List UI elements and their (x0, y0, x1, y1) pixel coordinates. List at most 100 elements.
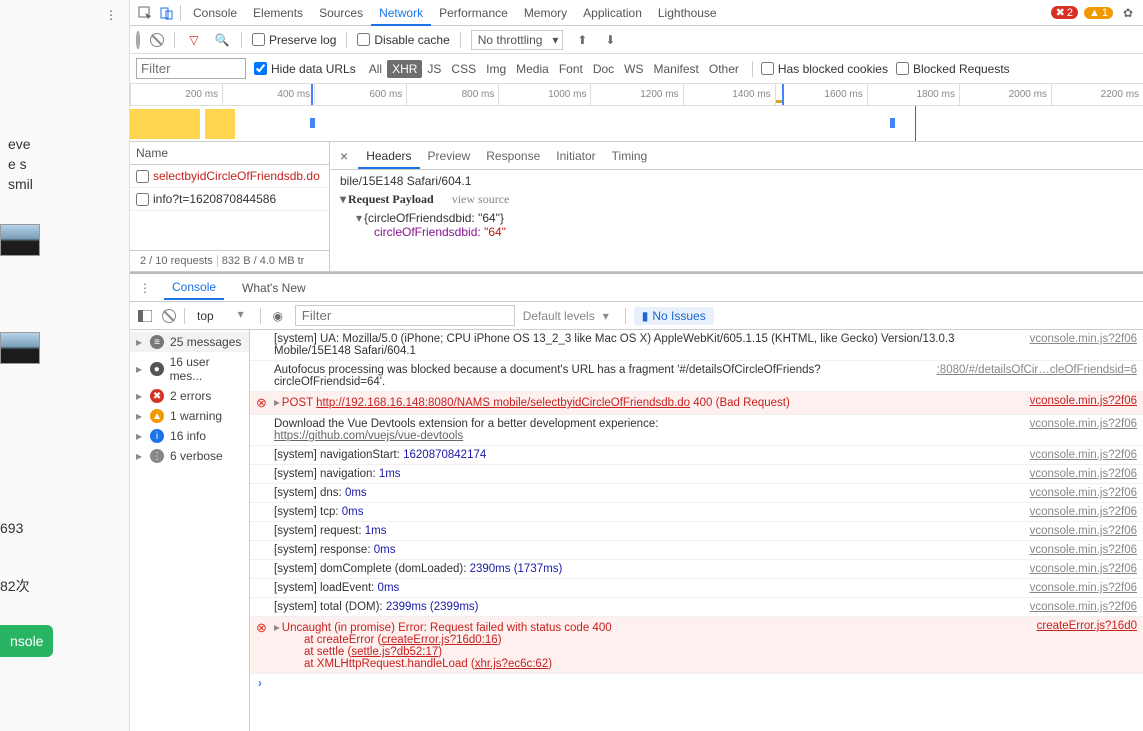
filter-type-css[interactable]: CSS (446, 60, 481, 78)
log-line[interactable]: [system] loadEvent: 0msvconsole.min.js?2… (250, 579, 1143, 598)
inspect-icon[interactable] (136, 4, 154, 22)
log-line[interactable]: [system] navigationStart: 1620870842174v… (250, 446, 1143, 465)
console-filter-input[interactable] (295, 305, 515, 326)
sidebar-filter[interactable]: i16 info (130, 426, 249, 446)
request-checkbox[interactable] (136, 193, 149, 206)
payload-section-toggle[interactable]: Request Payload (340, 192, 434, 207)
source-link[interactable]: createError.js?16d0 (1037, 620, 1137, 632)
detail-tab-initiator[interactable]: Initiator (548, 145, 603, 167)
source-link[interactable]: vconsole.min.js?2f06 (1030, 449, 1137, 461)
source-link[interactable]: vconsole.min.js?2f06 (1030, 333, 1137, 345)
timeline-ruler[interactable]: 200 ms400 ms600 ms800 ms1000 ms1200 ms14… (130, 84, 1143, 106)
warning-badge[interactable]: ▲ 1 (1084, 7, 1113, 19)
download-icon[interactable]: ⬇ (601, 31, 619, 49)
filter-type-all[interactable]: All (364, 60, 387, 78)
sidebar-filter[interactable]: ●16 user mes... (130, 352, 249, 386)
source-link[interactable]: vconsole.min.js?2f06 (1030, 506, 1137, 518)
vconsole-button[interactable]: nsole (0, 625, 53, 657)
detail-tab-timing[interactable]: Timing (604, 145, 656, 167)
settings-icon[interactable]: ✿ (1119, 4, 1137, 22)
devtools-tab-network[interactable]: Network (371, 2, 431, 26)
log-line[interactable]: POST http://192.168.16.148:8080/NAMS mob… (250, 392, 1143, 415)
devtools-tab-application[interactable]: Application (575, 2, 650, 24)
log-line[interactable]: Autofocus processing was blocked because… (250, 361, 1143, 392)
source-link[interactable]: vconsole.min.js?2f06 (1030, 487, 1137, 499)
filter-type-font[interactable]: Font (554, 60, 588, 78)
error-badge[interactable]: ✖ 2 (1051, 6, 1078, 19)
no-issues-badge[interactable]: ▮ No Issues (634, 307, 714, 325)
live-expression-icon[interactable]: ◉ (269, 307, 287, 325)
devtools-tab-elements[interactable]: Elements (245, 2, 311, 24)
console-prompt[interactable]: › (250, 674, 1143, 694)
device-toggle-icon[interactable] (158, 4, 176, 22)
disable-cache-checkbox[interactable]: Disable cache (357, 33, 449, 47)
log-line[interactable]: [system] navigation: 1msvconsole.min.js?… (250, 465, 1143, 484)
clear-console-icon[interactable] (162, 309, 176, 323)
kebab-icon[interactable]: ⋮ (105, 8, 117, 22)
upload-icon[interactable]: ⬆ (573, 31, 591, 49)
log-line[interactable]: [system] request: 1msvconsole.min.js?2f0… (250, 522, 1143, 541)
devtools-tab-sources[interactable]: Sources (311, 2, 371, 24)
log-line[interactable]: [system] response: 0msvconsole.min.js?2f… (250, 541, 1143, 560)
filter-type-xhr[interactable]: XHR (387, 60, 422, 78)
sidebar-filter[interactable]: ✖2 errors (130, 386, 249, 406)
detail-tab-response[interactable]: Response (478, 145, 548, 167)
source-link[interactable]: vconsole.min.js?2f06 (1030, 468, 1137, 480)
sidebar-toggle-icon[interactable] (136, 307, 154, 325)
blocked-cookies-checkbox[interactable]: Has blocked cookies (761, 62, 888, 76)
source-link[interactable]: :8080/#/detailsOfCir…cleOfFriendsid=6 (937, 364, 1137, 376)
view-source-link[interactable]: view source (452, 192, 510, 207)
filter-input[interactable] (136, 58, 246, 79)
log-levels-select[interactable]: Default levels (523, 309, 595, 323)
kebab-icon[interactable]: ⋮ (136, 279, 154, 297)
source-link[interactable]: vconsole.min.js?2f06 (1030, 525, 1137, 537)
source-link[interactable]: vconsole.min.js?2f06 (1030, 544, 1137, 556)
log-line[interactable]: [system] total (DOM): 2399ms (2399ms)vco… (250, 598, 1143, 617)
drawer-tab-console[interactable]: Console (164, 276, 224, 300)
request-checkbox[interactable] (136, 170, 149, 183)
hide-data-urls-checkbox[interactable]: Hide data URLs (254, 62, 356, 76)
filter-type-doc[interactable]: Doc (588, 60, 619, 78)
preserve-log-checkbox[interactable]: Preserve log (252, 33, 336, 47)
detail-tab-headers[interactable]: Headers (358, 145, 419, 169)
filter-type-img[interactable]: Img (481, 60, 511, 78)
log-line[interactable]: [system] domComplete (domLoaded): 2390ms… (250, 560, 1143, 579)
clear-icon[interactable] (150, 33, 164, 47)
devtools-tab-memory[interactable]: Memory (516, 2, 575, 24)
source-link[interactable]: vconsole.min.js?2f06 (1030, 582, 1137, 594)
log-line[interactable]: [system] UA: Mozilla/5.0 (iPhone; CPU iP… (250, 330, 1143, 361)
detail-tab-preview[interactable]: Preview (420, 145, 479, 167)
filter-type-ws[interactable]: WS (619, 60, 648, 78)
request-row[interactable]: info?t=1620870844586 (130, 188, 329, 211)
devtools-tab-lighthouse[interactable]: Lighthouse (650, 2, 725, 24)
close-icon[interactable]: × (334, 146, 354, 166)
sidebar-filter[interactable]: ▲1 warning (130, 406, 249, 426)
source-link[interactable]: vconsole.min.js?2f06 (1030, 395, 1137, 407)
column-header-name[interactable]: Name (130, 142, 329, 165)
source-link[interactable]: vconsole.min.js?2f06 (1030, 601, 1137, 613)
sidebar-filter[interactable]: ≡25 messages (130, 332, 249, 352)
devtools-tab-console[interactable]: Console (185, 2, 245, 24)
drawer-tab-whatsnew[interactable]: What's New (234, 277, 314, 299)
filter-type-media[interactable]: Media (511, 60, 554, 78)
devtools-tab-performance[interactable]: Performance (431, 2, 516, 24)
overview-waterfall[interactable] (130, 106, 1143, 142)
request-row[interactable]: selectbyidCircleOfFriendsdb.do (130, 165, 329, 188)
blocked-requests-checkbox[interactable]: Blocked Requests (896, 62, 1010, 76)
record-button[interactable] (136, 33, 140, 47)
search-icon[interactable]: 🔍 (213, 31, 231, 49)
log-line[interactable]: Download the Vue Devtools extension for … (250, 415, 1143, 446)
filter-type-other[interactable]: Other (704, 60, 744, 78)
filter-type-js[interactable]: JS (422, 60, 446, 78)
log-line[interactable]: [system] dns: 0msvconsole.min.js?2f06 (250, 484, 1143, 503)
log-line[interactable]: Uncaught (in promise) Error: Request fai… (250, 617, 1143, 674)
object-toggle[interactable] (356, 211, 364, 225)
filter-type-manifest[interactable]: Manifest (649, 60, 704, 78)
source-link[interactable]: vconsole.min.js?2f06 (1030, 563, 1137, 575)
throttle-select[interactable]: No throttling (471, 30, 564, 50)
sidebar-filter[interactable]: ⋮6 verbose (130, 446, 249, 466)
context-select[interactable]: top (193, 307, 230, 325)
log-line[interactable]: [system] tcp: 0msvconsole.min.js?2f06 (250, 503, 1143, 522)
source-link[interactable]: vconsole.min.js?2f06 (1030, 418, 1137, 430)
filter-icon[interactable]: ▽ (185, 31, 203, 49)
